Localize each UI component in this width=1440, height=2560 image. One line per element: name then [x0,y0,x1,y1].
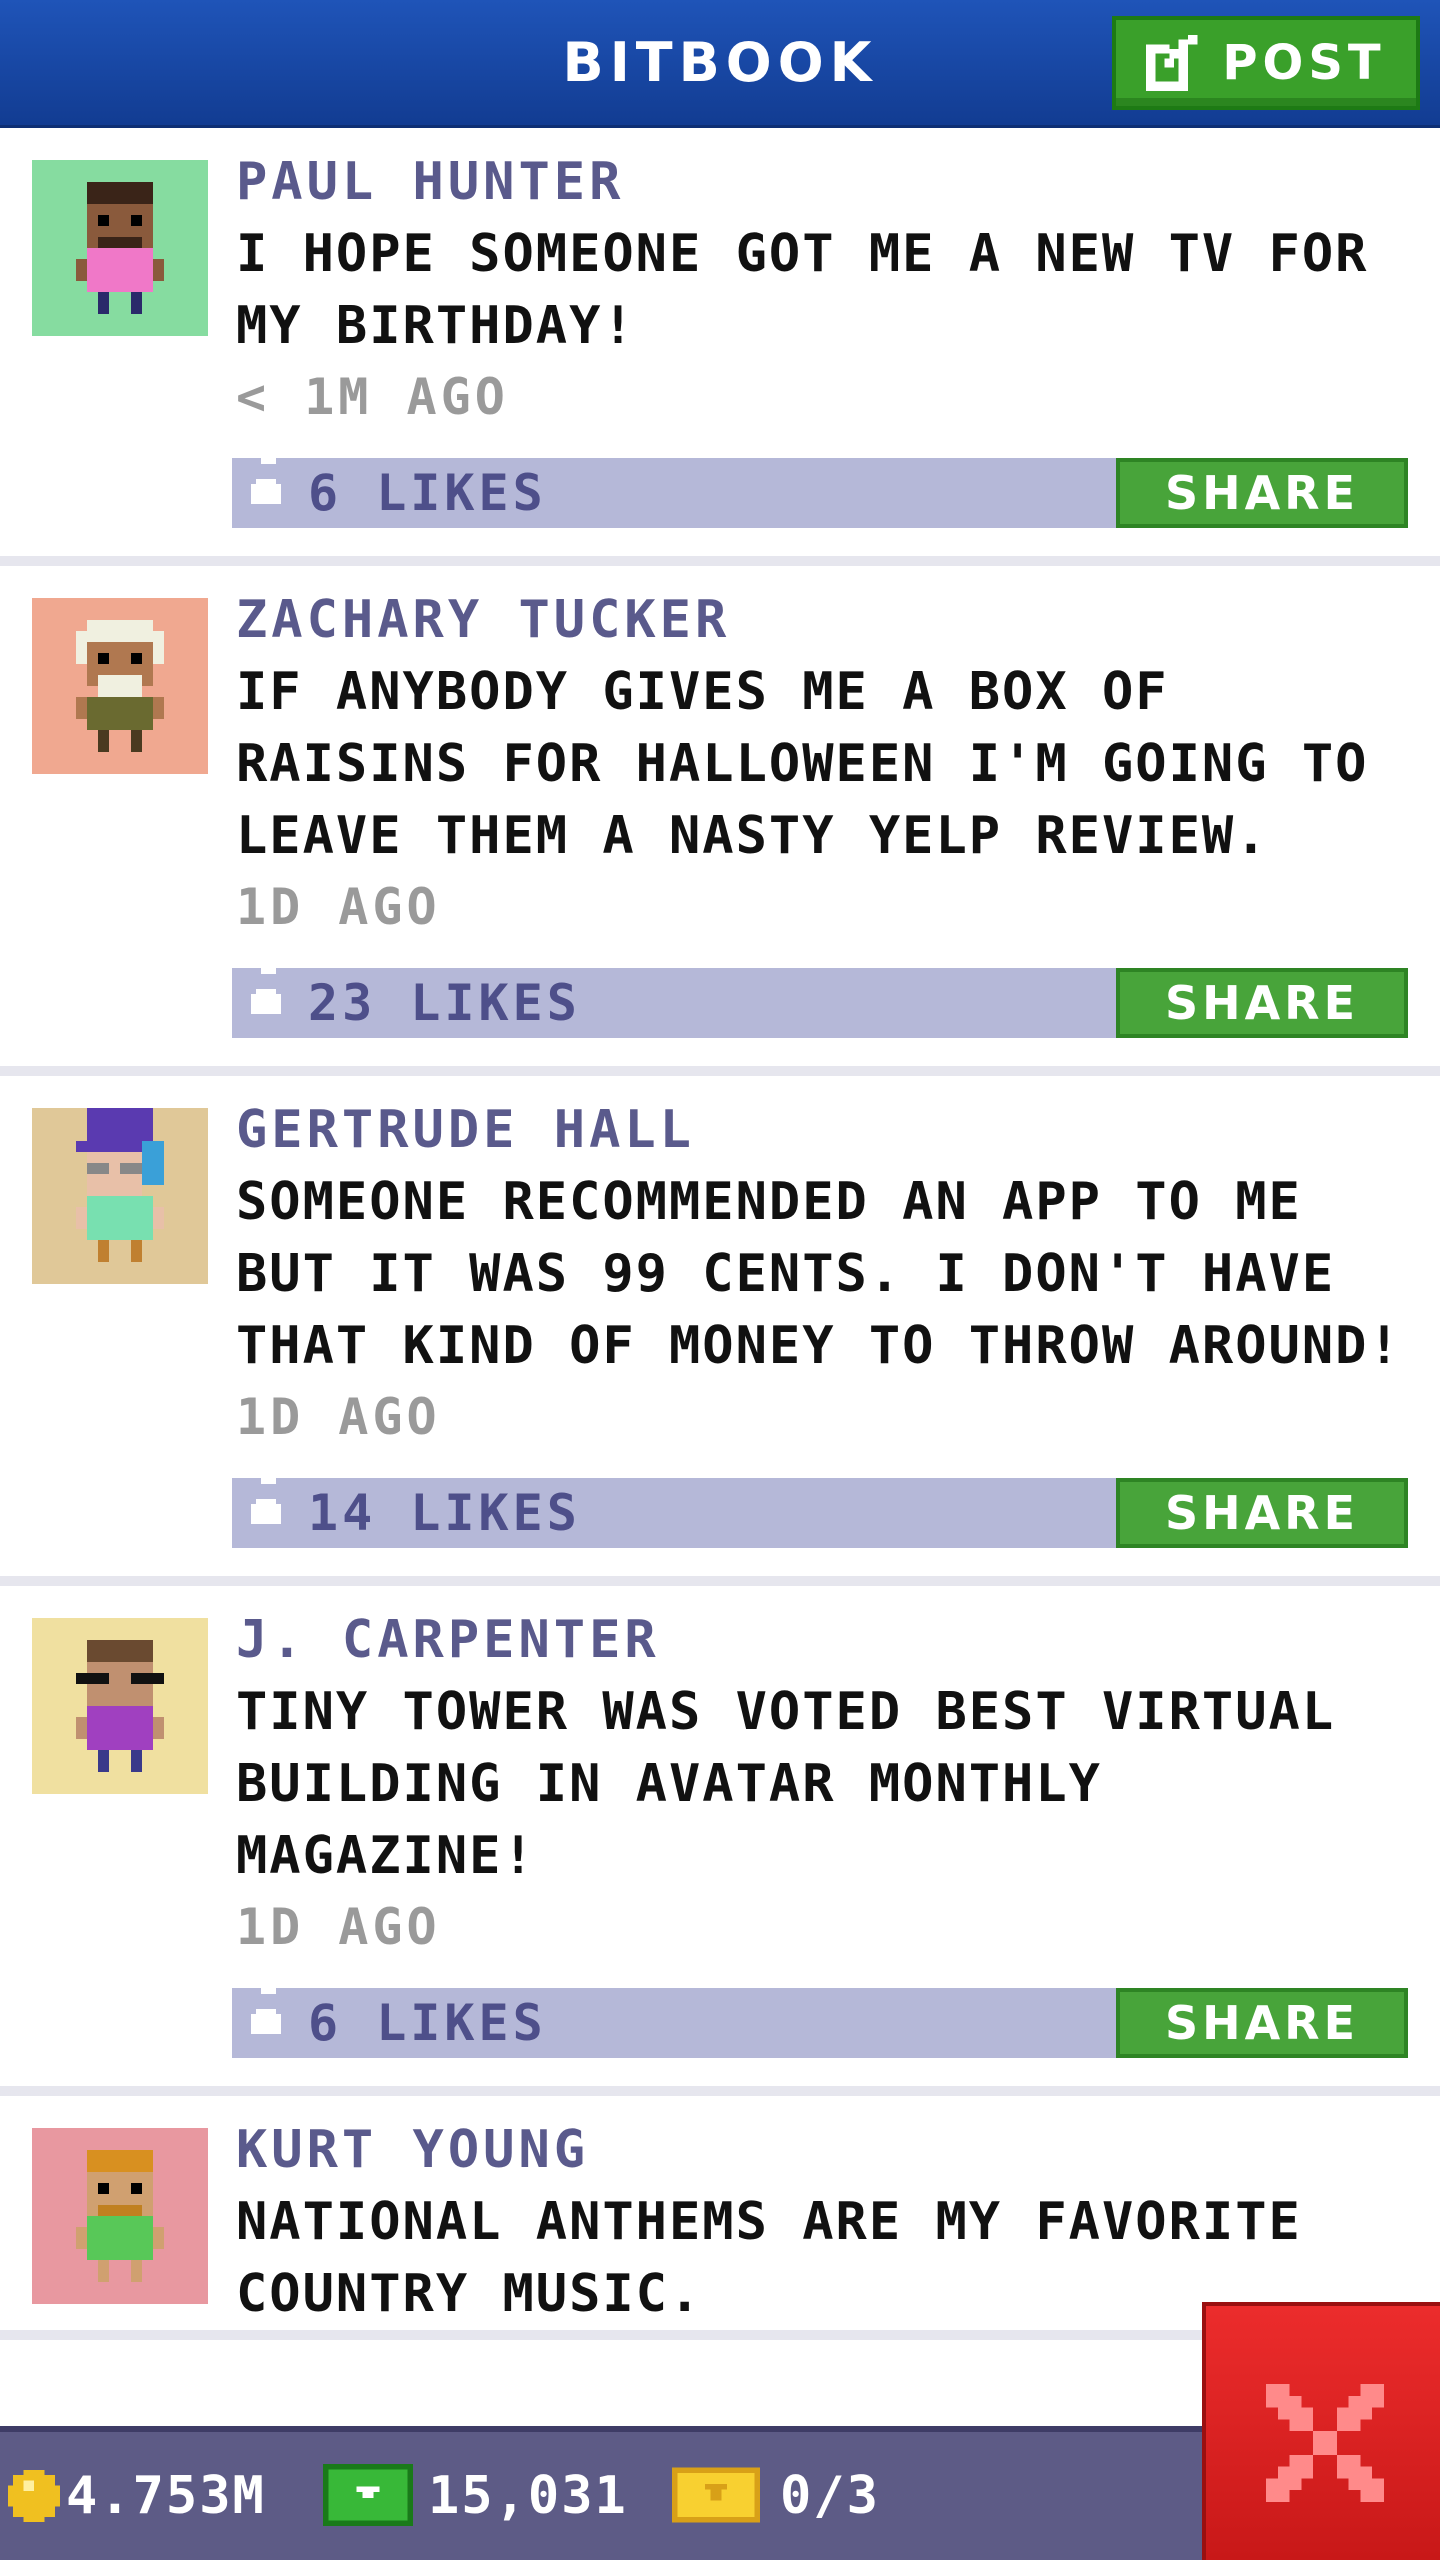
coins-count: 4.753M [66,2466,266,2526]
avatar[interactable] [32,1618,208,1794]
likes-bar: 6 LIKES SHARE [232,1974,1408,2058]
likes-bar: 6 LIKES SHARE [232,444,1408,528]
post-time: 1D AGO [236,1898,441,1956]
tickets-count: 0/3 [780,2466,880,2526]
share-button[interactable]: SHARE [1116,458,1408,528]
post-message: TINY TOWER WAS VOTED BEST VIRTUAL BUILDI… [236,1682,1336,1886]
likes-bar: 23 LIKES SHARE [232,954,1408,1038]
avatar[interactable] [32,160,208,336]
person-icon [76,1640,164,1772]
compose-icon [1146,35,1198,91]
thumbs-up-icon[interactable] [246,1464,286,1534]
likes-count: 6 LIKES [308,464,547,522]
bux-icon [322,2464,414,2526]
close-icon [1266,2384,1384,2502]
coin-icon [8,2470,60,2522]
ticket-icon [672,2467,760,2523]
feed-post: PAUL HUNTER I HOPE SOMEONE GOT ME A NEW … [0,128,1440,566]
likes-count: 23 LIKES [308,974,581,1032]
share-button[interactable]: SHARE [1116,1478,1408,1548]
avatar[interactable] [32,2128,208,2304]
feed-post: GERTRUDE HALL SOMEONE RECOMMENDED AN APP… [0,1076,1440,1586]
close-button[interactable] [1202,2302,1440,2560]
post-message: SOMEONE RECOMMENDED AN APP TO ME BUT IT … [236,1172,1402,1376]
likes-bar: 14 LIKES SHARE [232,1464,1408,1548]
feed-post: ZACHARY TUCKER IF ANYBODY GIVES ME A BOX… [0,566,1440,1076]
share-button[interactable]: SHARE [1116,968,1408,1038]
person-icon [76,182,164,314]
author-name[interactable]: KURT YOUNG [236,2118,1418,2182]
avatar[interactable] [32,1108,208,1284]
post-button-label: POST [1222,35,1386,91]
post-message: I HOPE SOMEONE GOT ME A NEW TV FOR MY BI… [236,224,1369,356]
post-time: 1D AGO [236,1388,441,1446]
author-name[interactable]: J. CARPENTER [236,1608,1418,1672]
share-button[interactable]: SHARE [1116,1988,1408,2058]
likes-count: 6 LIKES [308,1994,547,2052]
post-time: < 1M AGO [236,368,509,426]
feed-post: J. CARPENTER TINY TOWER WAS VOTED BEST V… [0,1586,1440,2096]
app-header: BITBOOK POST [0,0,1440,128]
person-icon [76,1108,164,1262]
thumbs-up-icon[interactable] [246,954,286,1024]
thumbs-up-icon[interactable] [246,444,286,514]
thumbs-up-icon[interactable] [246,1974,286,2044]
bux-count: 15,031 [428,2466,628,2526]
author-name[interactable]: ZACHARY TUCKER [236,588,1418,652]
post-time: 1D AGO [236,878,441,936]
person-icon [76,2150,164,2282]
author-name[interactable]: GERTRUDE HALL [236,1098,1418,1162]
avatar[interactable] [32,598,208,774]
post-button[interactable]: POST [1112,16,1420,110]
author-name[interactable]: PAUL HUNTER [236,150,1418,214]
post-message: IF ANYBODY GIVES ME A BOX OF RAISINS FOR… [236,662,1369,866]
feed[interactable]: PAUL HUNTER I HOPE SOMEONE GOT ME A NEW … [0,128,1440,2426]
likes-count: 14 LIKES [308,1484,581,1542]
person-icon [76,620,164,752]
